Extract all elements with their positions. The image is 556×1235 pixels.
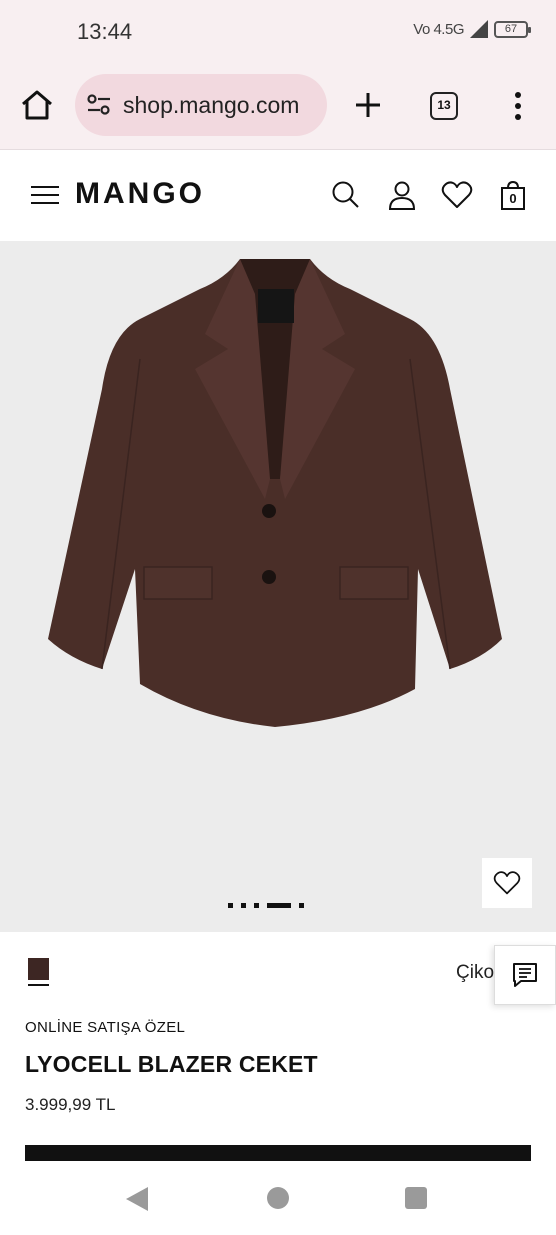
product-image-gallery[interactable] (0, 241, 556, 932)
status-indicators: Vo 4.5G 67 (413, 20, 531, 38)
tab-switcher-button[interactable]: 13 (430, 92, 458, 120)
site-settings-icon[interactable] (86, 94, 112, 116)
site-header: MANGO 0 (0, 150, 556, 241)
recent-apps-icon[interactable] (405, 1187, 427, 1209)
product-tag: ONLİNE SATIŞA ÖZEL (25, 1019, 186, 1036)
product-info: Çikolata ONLİNE SATIŞA ÖZEL LYOCELL BLAZ… (0, 932, 556, 1147)
address-bar[interactable]: shop.mango.com (75, 74, 327, 136)
search-icon[interactable] (330, 179, 362, 211)
image-pagination[interactable] (228, 902, 304, 908)
cart-icon[interactable]: 0 (497, 179, 529, 211)
chat-icon (513, 963, 537, 987)
home-icon[interactable] (18, 86, 56, 124)
more-options-icon[interactable] (508, 88, 528, 124)
pagination-dot[interactable] (254, 902, 259, 908)
product-title: LYOCELL BLAZER CEKET (25, 1051, 318, 1077)
product-price: 3.999,99 TL (25, 1095, 116, 1114)
brand-logo[interactable]: MANGO (75, 177, 205, 211)
add-to-wishlist-button[interactable] (482, 858, 532, 908)
heart-icon (493, 871, 521, 895)
chat-button[interactable] (494, 945, 556, 1005)
battery-icon: 67 (494, 20, 531, 38)
cart-count: 0 (509, 191, 517, 206)
user-icon[interactable] (386, 179, 418, 211)
browser-toolbar: shop.mango.com 13 (0, 62, 556, 150)
signal-icon (470, 20, 488, 38)
pagination-dot[interactable] (228, 902, 233, 908)
pagination-dot[interactable] (241, 902, 246, 908)
new-tab-icon[interactable] (350, 87, 386, 123)
status-bar: 13:44 Vo 4.5G 67 (0, 0, 556, 62)
swatch-underline (28, 984, 49, 986)
back-icon[interactable] (126, 1187, 148, 1211)
color-swatch-selected[interactable] (28, 958, 49, 980)
system-navigation-bar (0, 1161, 556, 1235)
status-time: 13:44 (77, 19, 133, 44)
menu-icon[interactable] (31, 184, 59, 206)
network-indicator: Vo 4.5G (413, 20, 464, 38)
product-image (48, 259, 502, 727)
url-text[interactable]: shop.mango.com (123, 92, 323, 119)
add-to-bag-button[interactable] (25, 1145, 531, 1161)
heart-icon[interactable] (441, 179, 473, 211)
pagination-dot[interactable] (299, 902, 304, 908)
home-circle-icon[interactable] (267, 1187, 289, 1209)
pagination-dot-active[interactable] (267, 902, 291, 908)
